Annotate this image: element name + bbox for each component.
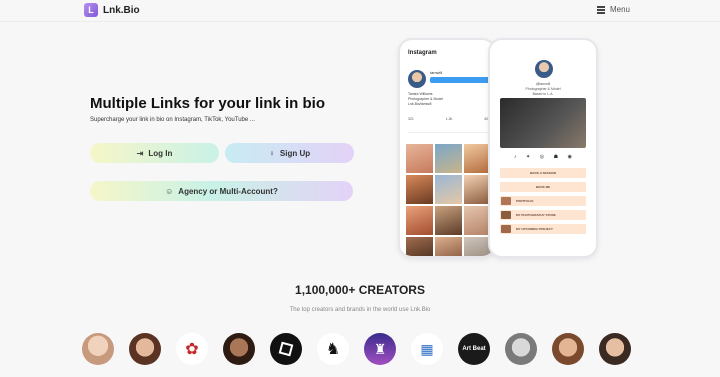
link-label: BOOK A SESSION bbox=[530, 171, 556, 175]
photo-tile bbox=[464, 175, 491, 204]
instagram-stat: 321 bbox=[408, 117, 414, 121]
instagram-bio-line: Lnk.Bio/tamwill bbox=[408, 102, 432, 106]
photo-tile bbox=[435, 237, 462, 256]
spotify-icon: ◉ bbox=[567, 154, 572, 160]
instagram-stats: 321 1.2k 405 bbox=[408, 117, 490, 121]
logo-mark-icon: L bbox=[84, 3, 98, 17]
photo-tile bbox=[435, 206, 462, 235]
video-thumbnail bbox=[500, 98, 586, 148]
menu-label: Menu bbox=[609, 5, 630, 14]
instagram-photo-grid bbox=[406, 144, 492, 256]
creator-avatar[interactable] bbox=[505, 333, 537, 365]
instagram-handle: tamwill bbox=[430, 70, 443, 75]
photo-tile bbox=[406, 144, 433, 173]
link-label: MY UPCOMING PROJECT bbox=[516, 227, 553, 231]
instagram-phone-mockup: Instagram tamwill Tamira Williams Photog… bbox=[398, 38, 496, 258]
hero-subline: Supercharge your link in bio on Instagra… bbox=[90, 117, 255, 123]
instagram-icon: ◎ bbox=[539, 154, 545, 160]
link-row: MY PHOTOGRAPHY STORE bbox=[500, 210, 586, 220]
photo-tile bbox=[435, 144, 462, 173]
link-label: BOOK ME bbox=[535, 185, 551, 189]
creators-subtitle: The top creators and brands in the world… bbox=[289, 307, 431, 313]
creator-avatar[interactable]: ♞ bbox=[317, 333, 349, 365]
creators-avatar-row: ✿ ♞ ♜ ▦ Art Beat bbox=[82, 333, 631, 365]
photo-tile bbox=[435, 175, 462, 204]
menu-button[interactable]: Menu bbox=[596, 5, 630, 14]
logo-text: Lnk.Bio bbox=[103, 4, 140, 16]
tiktok-icon: ♪ bbox=[514, 154, 517, 160]
creator-avatar[interactable]: Art Beat bbox=[458, 333, 490, 365]
agency-button[interactable]: ☺ Agency or Multi-Account? bbox=[90, 181, 353, 201]
signup-label: Sign Up bbox=[279, 148, 311, 158]
photo-tile bbox=[406, 175, 433, 204]
snapchat-icon: ☗ bbox=[553, 154, 559, 160]
link-row: BOOK ME bbox=[500, 182, 586, 192]
creator-avatar[interactable] bbox=[270, 333, 302, 365]
link-row: MY UPCOMING PROJECT bbox=[500, 224, 586, 234]
creator-avatar[interactable] bbox=[223, 333, 255, 365]
instagram-stat: 1.2k bbox=[445, 117, 453, 121]
link-label: MY PHOTOGRAPHY STORE bbox=[516, 213, 556, 217]
photo-tile bbox=[406, 206, 433, 235]
signup-button[interactable]: ♀ Sign Up bbox=[225, 143, 354, 163]
lightbulb-icon: ♀ bbox=[268, 148, 275, 158]
top-navigation-bar: L Lnk.Bio Menu bbox=[0, 0, 720, 22]
lnkbio-phone-mockup: @tamwill Photographer & Model Based in L… bbox=[488, 38, 598, 258]
creators-count-title: 1,100,000+ CREATORS bbox=[295, 283, 425, 297]
lnkbio-avatar bbox=[535, 60, 553, 78]
link-label: PORTFOLIO bbox=[516, 199, 534, 203]
hero-headline: Multiple Links for your link in bio bbox=[90, 95, 326, 112]
instagram-title: Instagram bbox=[408, 50, 437, 56]
creator-avatar[interactable]: ✿ bbox=[176, 333, 208, 365]
photo-tile bbox=[464, 144, 491, 173]
login-label: Log In bbox=[148, 148, 173, 158]
creator-avatar[interactable]: ♜ bbox=[364, 333, 396, 365]
lnkbio-profile-line: Based in L.A. bbox=[532, 92, 554, 96]
social-icons-row: ♪ ✦ ◎ ☗ ◉ bbox=[514, 154, 572, 160]
lnkbio-profile-text: @tamwill Photographer & Model Based in L… bbox=[490, 82, 596, 97]
photo-tile bbox=[464, 206, 491, 235]
photo-tile bbox=[464, 237, 491, 256]
link-thumbnail bbox=[501, 211, 511, 219]
link-thumbnail bbox=[501, 225, 511, 233]
instagram-follow-button bbox=[430, 77, 490, 83]
instagram-avatar bbox=[408, 70, 426, 88]
creator-avatar[interactable]: ▦ bbox=[411, 333, 443, 365]
hamburger-icon bbox=[596, 6, 605, 14]
instagram-tab-bar bbox=[408, 132, 490, 138]
twitter-icon: ✦ bbox=[526, 154, 531, 160]
login-icon: ⇥ bbox=[136, 148, 144, 158]
instagram-bio: Tamira Williams Photographer & Model Lnk… bbox=[408, 92, 488, 107]
login-button[interactable]: ⇥ Log In bbox=[90, 143, 219, 163]
logo[interactable]: L Lnk.Bio bbox=[84, 3, 140, 17]
photo-tile bbox=[406, 237, 433, 256]
creator-avatar[interactable] bbox=[82, 333, 114, 365]
link-row: BOOK A SESSION bbox=[500, 168, 586, 178]
creator-avatar[interactable] bbox=[552, 333, 584, 365]
agency-label: Agency or Multi-Account? bbox=[178, 186, 278, 196]
creator-avatar[interactable] bbox=[129, 333, 161, 365]
link-thumbnail bbox=[501, 197, 511, 205]
creator-avatar[interactable] bbox=[599, 333, 631, 365]
group-icon: ☺ bbox=[165, 186, 174, 196]
link-row: PORTFOLIO bbox=[500, 196, 586, 206]
